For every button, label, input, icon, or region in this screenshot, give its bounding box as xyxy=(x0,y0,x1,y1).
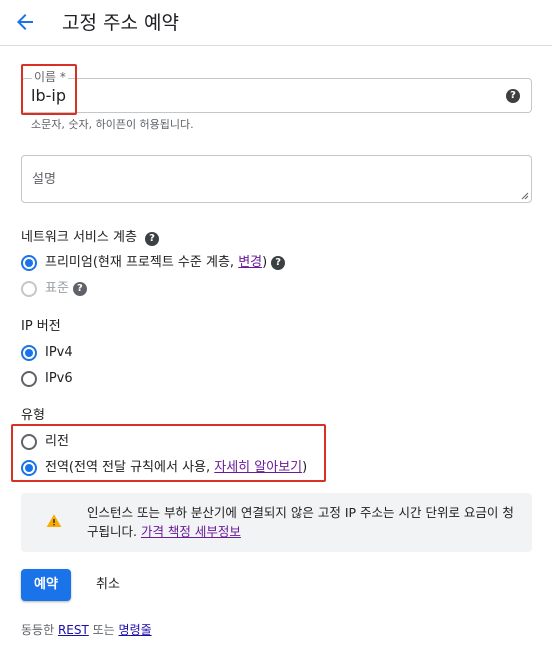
command-line-link[interactable]: 명령줄 xyxy=(119,623,152,637)
notice-text: 인스턴스 또는 부하 분산기에 연결되지 않은 고정 IP 주소는 시간 단위로… xyxy=(87,505,514,539)
description-placeholder: 설명 xyxy=(32,172,56,187)
help-icon[interactable]: ? xyxy=(506,89,520,103)
page-title: 고정 주소 예약 xyxy=(62,12,179,34)
network-tier-label: 네트워크 서비스 계층 ? xyxy=(21,229,160,247)
learn-more-link[interactable]: 자세히 알아보기 xyxy=(214,460,302,475)
type-label: 유형 xyxy=(21,408,45,423)
pricing-details-link[interactable]: 가격 책정 세부정보 xyxy=(141,524,241,539)
network-tier-label-text: 네트워크 서비스 계층 xyxy=(21,230,137,245)
radio-ipv4-label: IPv4 xyxy=(45,345,73,360)
radio-global-label: 전역(전역 전달 규칙에서 사용, 자세히 알아보기) xyxy=(45,460,308,475)
radio-button[interactable] xyxy=(21,371,37,387)
reserve-button[interactable]: 예약 xyxy=(21,569,71,601)
radio-regional[interactable]: 리전 xyxy=(21,432,69,452)
name-field-label: 이름 * xyxy=(32,69,68,85)
resize-handle-icon[interactable] xyxy=(521,192,529,200)
radio-button-checked[interactable] xyxy=(21,345,37,361)
cancel-button[interactable]: 취소 xyxy=(86,569,130,601)
radio-premium-label: 프리미엄(현재 프로젝트 수준 계층, 변경) xyxy=(45,255,268,270)
help-icon[interactable]: ? xyxy=(72,282,87,296)
radio-standard-label: 표준 xyxy=(45,281,69,296)
radio-button[interactable] xyxy=(21,434,37,450)
radio-standard: 표준 ? xyxy=(21,279,87,299)
name-field-hint: 소문자, 숫자, 하이픈이 허용됩니다. xyxy=(31,118,194,131)
radio-premium[interactable]: 프리미엄(현재 프로젝트 수준 계층, 변경) ? xyxy=(21,253,286,273)
radio-ipv4[interactable]: IPv4 xyxy=(21,343,73,363)
ip-version-label: IP 버전 xyxy=(21,319,61,334)
name-field-value[interactable]: lb-ip xyxy=(31,86,66,106)
warning-icon xyxy=(46,514,62,527)
top-bar: 고정 주소 예약 xyxy=(0,0,552,46)
radio-global[interactable]: 전역(전역 전달 규칙에서 사용, 자세히 알아보기) xyxy=(21,458,307,478)
rest-link[interactable]: REST xyxy=(58,623,89,637)
help-icon[interactable]: ? xyxy=(145,232,160,246)
radio-regional-label: 리전 xyxy=(45,434,69,449)
equivalent-footer: 동등한 REST 또는 명령줄 xyxy=(21,623,152,637)
name-field[interactable]: 이름 * lb-ip ? xyxy=(21,69,532,113)
radio-button-checked[interactable] xyxy=(21,460,37,476)
radio-ipv6[interactable]: IPv6 xyxy=(21,369,73,389)
radio-ipv6-label: IPv6 xyxy=(45,371,73,386)
pricing-notice: 인스턴스 또는 부하 분산기에 연결되지 않은 고정 IP 주소는 시간 단위로… xyxy=(21,493,532,552)
radio-button-checked[interactable] xyxy=(21,255,37,271)
arrow-back-icon[interactable] xyxy=(13,10,37,34)
help-icon[interactable]: ? xyxy=(271,256,286,270)
description-field[interactable]: 설명 xyxy=(21,155,532,203)
change-link[interactable]: 변경 xyxy=(238,255,262,270)
radio-button-disabled xyxy=(21,281,37,297)
